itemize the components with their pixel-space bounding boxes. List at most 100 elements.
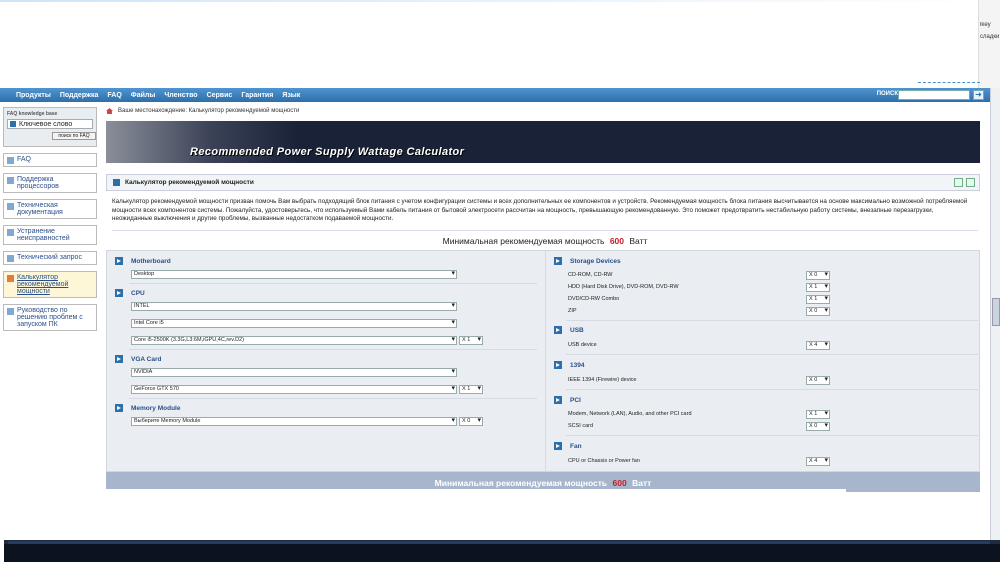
device-label: SCSI card xyxy=(568,423,594,429)
nav-membership[interactable]: Членство xyxy=(164,92,197,99)
group-title: Storage Devices xyxy=(570,257,621,265)
nav-language[interactable]: Язык xyxy=(282,92,300,99)
divider xyxy=(566,435,978,436)
group-usb: USB xyxy=(550,326,584,334)
device-label: IEEE 1394 (Firewire) device xyxy=(568,377,637,383)
home-icon[interactable] xyxy=(106,108,113,114)
device-label: HDD (Hard Disk Drive), DVD-ROM, DVD-RW xyxy=(568,284,679,290)
group-vga: VGA Card xyxy=(111,355,161,363)
group-title: VGA Card xyxy=(131,355,162,363)
blank-area xyxy=(4,489,846,540)
arrow-icon xyxy=(554,361,562,369)
doc-icon xyxy=(7,157,14,164)
device-qty-select[interactable]: X 0 xyxy=(806,422,830,431)
sidebar-item-label: Устранение неисправностей xyxy=(17,228,70,242)
device-qty-select[interactable]: X 0 xyxy=(806,271,830,280)
group-title: 1394 xyxy=(570,361,585,369)
result-unit: Ватт xyxy=(629,236,648,246)
nav-support[interactable]: Поддержка xyxy=(60,92,99,99)
arrow-icon xyxy=(554,326,562,334)
group-motherboard: Motherboard xyxy=(111,257,171,265)
arrow-icon xyxy=(115,289,123,297)
search-input[interactable] xyxy=(898,90,970,100)
doc-icon xyxy=(7,255,14,262)
motherboard-select[interactable]: Desktop xyxy=(131,270,457,279)
blank-area xyxy=(0,0,1000,88)
sidebar-item-wattage-calculator[interactable]: Калькулятор рекомендуемой мощности xyxy=(3,271,97,298)
cpu-model-select[interactable]: Core i5-2500K (3.3G,L3:6M,iGPU,4C,rev.D2… xyxy=(131,336,457,345)
device-qty-select[interactable]: X 1 xyxy=(806,295,830,304)
vga-model-select[interactable]: GeForce GTX 570 xyxy=(131,385,457,394)
cpu-brand-select[interactable]: INTEL xyxy=(131,302,457,311)
arrow-icon xyxy=(115,257,123,265)
sidebar-item-tech-docs[interactable]: Техническая документация xyxy=(3,199,97,219)
device-qty-select[interactable]: X 4 xyxy=(806,457,830,466)
sidebar-item-boot-guide[interactable]: Руководство по решению проблем с запуско… xyxy=(3,304,97,331)
arrow-icon xyxy=(115,404,123,412)
right-strip-text-2: сладки xyxy=(980,34,1000,40)
cpu-family-select[interactable]: Intel Core i5 xyxy=(131,319,457,328)
memory-qty-select[interactable]: X 0 xyxy=(459,417,483,426)
divider xyxy=(566,354,978,355)
faq-search-button[interactable]: поиск по FAQ xyxy=(52,132,96,140)
sidebar-item-tech-request[interactable]: Технический запрос xyxy=(3,251,97,265)
doc-icon xyxy=(7,203,14,210)
breadcrumb: Ваше местонахождение: Калькулятор рекоме… xyxy=(106,108,299,114)
search-label: ПОИСК xyxy=(876,91,898,97)
bookmark-icon[interactable] xyxy=(966,178,975,187)
keyword-input[interactable]: Ключевое слово xyxy=(7,119,93,129)
result-label: Минимальная рекомендуемая мощность xyxy=(434,478,608,488)
nav-files[interactable]: Файлы xyxy=(131,92,156,99)
device-label: CD-ROM, CD-RW xyxy=(568,272,613,278)
nav-warranty[interactable]: Гарантия xyxy=(241,92,273,99)
nav-service[interactable]: Сервис xyxy=(207,92,233,99)
print-icon[interactable] xyxy=(954,178,963,187)
section-title: Калькулятор рекомендуемой мощности xyxy=(125,179,254,186)
divider xyxy=(129,283,537,284)
sidebar-item-faq[interactable]: FAQ xyxy=(3,153,97,167)
memory-select[interactable]: Выберите Memory Module xyxy=(131,417,457,426)
device-qty-select[interactable]: X 1 xyxy=(806,283,830,292)
device-qty-select[interactable]: X 0 xyxy=(806,307,830,316)
sidebar-item-troubleshooting[interactable]: Устранение неисправностей xyxy=(3,225,97,245)
sidebar-item-label: FAQ xyxy=(17,156,32,163)
sidebar: FAQ knowledge base Ключевое слово поиск … xyxy=(3,107,97,331)
arrow-icon xyxy=(113,179,120,186)
group-pci: PCI xyxy=(550,396,581,404)
taskbar-line xyxy=(8,541,990,544)
divider xyxy=(566,389,978,390)
right-strip-text-1: lkey xyxy=(980,22,991,28)
group-fan: Fan xyxy=(550,442,582,450)
vga-brand-select[interactable]: NVIDIA xyxy=(131,368,457,377)
group-title: Fan xyxy=(570,442,582,450)
device-qty-select[interactable]: X 4 xyxy=(806,341,830,350)
page-scrollbar[interactable] xyxy=(990,88,1000,548)
scrollbar-thumb[interactable] xyxy=(992,298,1000,326)
device-qty-select[interactable]: X 0 xyxy=(806,376,830,385)
right-side-strip: lkey сладки xyxy=(978,0,1000,88)
search-go-button[interactable]: ➜ xyxy=(973,90,984,100)
doc-icon xyxy=(7,229,14,236)
section-header: Калькулятор рекомендуемой мощности xyxy=(106,174,980,191)
sidebar-item-cpu-support[interactable]: Поддержка процессоров xyxy=(3,173,97,193)
group-memory: Memory Module xyxy=(111,404,180,412)
nav-faq[interactable]: FAQ xyxy=(107,92,121,99)
nav-products[interactable]: Продукты xyxy=(16,92,51,99)
taskbar-strip xyxy=(0,540,1000,562)
group-title: USB xyxy=(570,326,584,334)
group-cpu: CPU xyxy=(111,289,145,297)
group-storage: Storage Devices xyxy=(550,257,621,265)
divider xyxy=(129,349,537,350)
group-title: CPU xyxy=(131,289,145,297)
result-value: 600 xyxy=(609,236,624,246)
vga-qty-select[interactable]: X 1 xyxy=(459,385,483,394)
result-label: Минимальная рекомендуемая мощность xyxy=(442,236,605,246)
group-title: Memory Module xyxy=(131,404,181,412)
cpu-qty-select[interactable]: X 1 xyxy=(459,336,483,345)
description-text: Калькулятор рекомендуемой мощности призв… xyxy=(112,198,968,223)
device-label: DVD/CD-RW Combo xyxy=(568,296,620,302)
arrow-icon xyxy=(554,396,562,404)
top-line xyxy=(0,0,1000,2)
device-qty-select[interactable]: X 1 xyxy=(806,410,830,419)
result-unit: Ватт xyxy=(632,478,652,488)
